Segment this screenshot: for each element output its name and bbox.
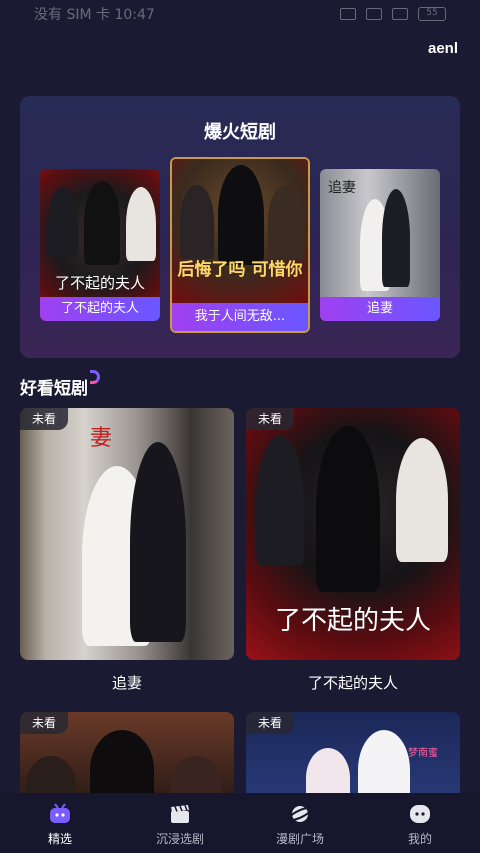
nav-label: 精选 [47, 832, 72, 846]
nav-label: 漫剧广场 [275, 832, 324, 846]
man-figure [382, 189, 410, 287]
nav-immersive[interactable]: 沉浸选剧 [120, 793, 240, 853]
man-figure [256, 436, 304, 566]
poster-title-art: 追妻 [328, 180, 356, 196]
unwatched-badge: 未看 [20, 712, 69, 734]
nav-label: 沉浸选剧 [155, 832, 204, 846]
wifi-icon [392, 8, 408, 20]
battery-icon: 55 [418, 7, 446, 21]
poster-caption: 追妻 [320, 297, 440, 321]
drama-thumbnail[interactable]: 了不起的夫人 未看 [246, 408, 460, 660]
good-dramas-heading: 好看短剧 [20, 370, 100, 399]
tv-icon [48, 803, 72, 825]
clapperboard-icon [168, 803, 192, 825]
nav-comic-plaza[interactable]: 漫剧广场 [240, 793, 360, 853]
man-figure [126, 187, 156, 261]
planet-icon [288, 803, 312, 825]
drama-thumbnail[interactable]: 妻 未看 [20, 408, 234, 660]
unwatched-badge: 未看 [246, 712, 295, 734]
vibrate-icon [340, 8, 356, 20]
nav-label: 我的 [407, 832, 432, 846]
poster-title-art: 妻 [90, 426, 113, 451]
drama-card[interactable]: 梦南蜜 未看 [246, 712, 460, 802]
status-text: 没有 SIM 卡 10:47 [34, 7, 155, 23]
nav-featured[interactable]: 精选 [0, 793, 120, 853]
woman-figure [268, 185, 304, 259]
man-figure [130, 442, 186, 642]
hook-decoration-icon [90, 370, 100, 384]
poster-title-art: 梦南蜜 [408, 748, 438, 759]
drama-thumbnail[interactable]: 未看 [20, 712, 234, 802]
woman-figure [84, 181, 120, 265]
man-figure [358, 730, 410, 802]
hot-dramas-card: 爆火短剧 了不起的夫人 了不起的夫人 后悔了吗 可惜你 我于人间无敌... 追妻… [20, 96, 460, 358]
man-figure [90, 730, 154, 802]
mute-icon [366, 8, 382, 20]
man-figure [218, 165, 264, 265]
bottom-navigation: 精选 沉浸选剧 漫剧广场 我的 [0, 793, 480, 853]
woman-figure [180, 185, 214, 259]
drama-title[interactable]: 追妻 [20, 672, 234, 693]
man-figure [396, 438, 448, 562]
drama-title[interactable]: 了不起的夫人 [246, 672, 460, 693]
drama-card[interactable]: 未看 [20, 712, 234, 802]
nav-mine[interactable]: 我的 [360, 793, 480, 853]
woman-figure [316, 426, 380, 592]
drama-card[interactable]: 妻 未看 追妻 [20, 408, 234, 693]
status-icons: 55 [340, 7, 446, 21]
hot-poster-1[interactable]: 了不起的夫人 了不起的夫人 [40, 169, 160, 321]
status-bar: 没有 SIM 卡 10:47 55 [0, 0, 480, 28]
man-figure [48, 187, 78, 257]
top-right-label[interactable]: aenl [428, 40, 458, 57]
poster-title-art: 了不起的夫人 [54, 274, 145, 292]
unwatched-badge: 未看 [246, 408, 295, 430]
poster-title-art: 了不起的夫人 [274, 606, 431, 636]
poster-title-art: 后悔了吗 可惜你 [177, 260, 303, 280]
poster-caption: 了不起的夫人 [40, 297, 160, 321]
profile-icon [408, 803, 432, 825]
poster-caption: 我于人间无敌... [172, 303, 308, 331]
hot-poster-2[interactable]: 后悔了吗 可惜你 我于人间无敌... [170, 157, 310, 333]
section-title: 好看短剧 [20, 379, 88, 399]
hot-poster-3[interactable]: 追妻 追妻 [320, 169, 440, 321]
drama-card[interactable]: 了不起的夫人 未看 了不起的夫人 [246, 408, 460, 693]
drama-thumbnail[interactable]: 梦南蜜 未看 [246, 712, 460, 802]
hot-dramas-title: 爆火短剧 [204, 122, 276, 143]
unwatched-badge: 未看 [20, 408, 69, 430]
